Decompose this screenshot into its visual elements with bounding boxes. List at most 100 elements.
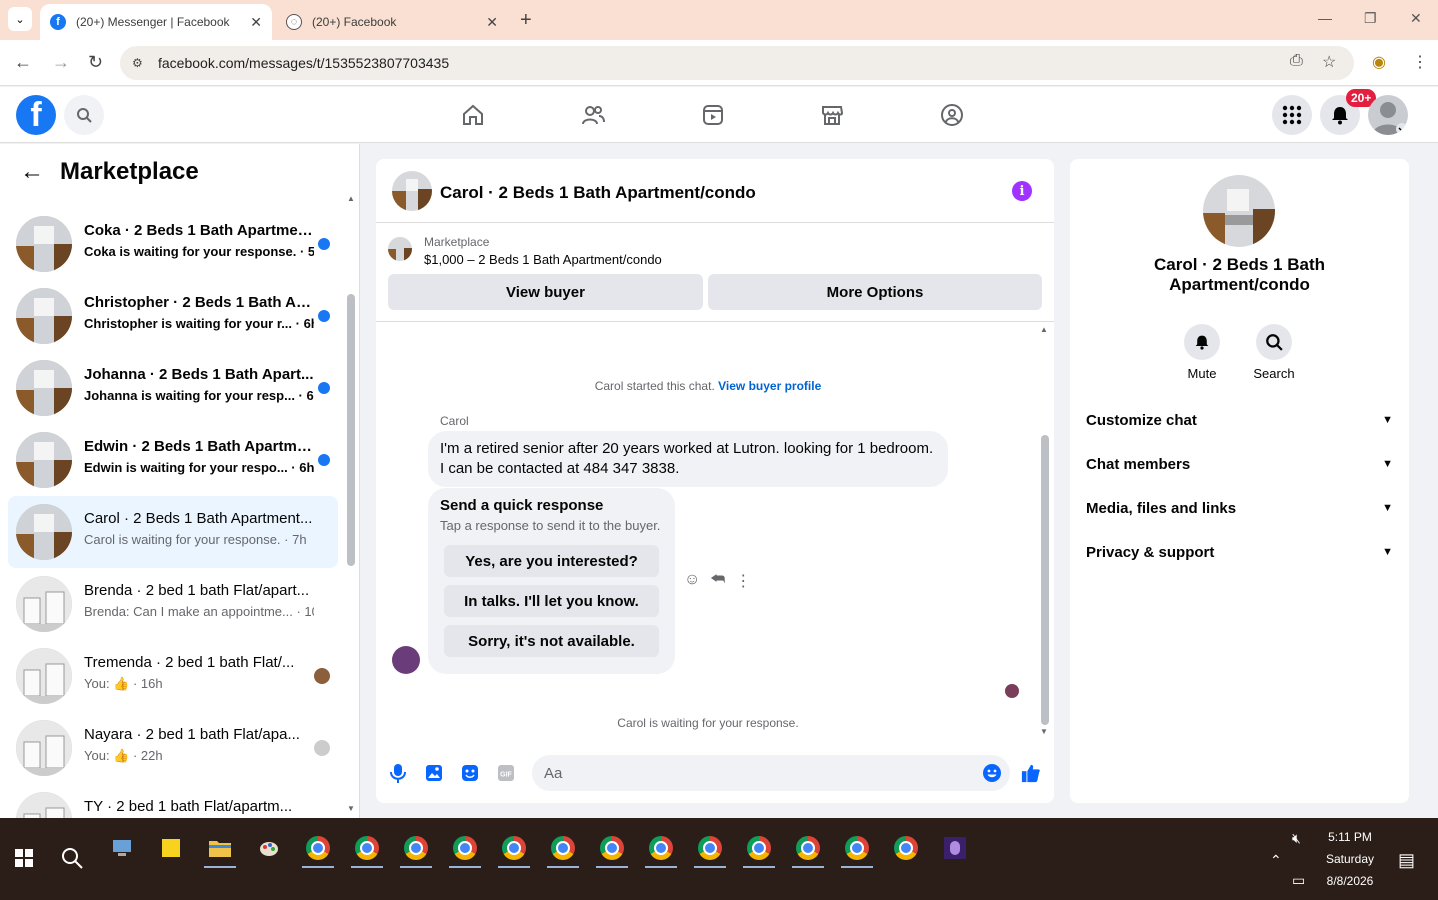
conversation-item[interactable]: Tremenda · 2 bed 1 bath Flat/... You: 👍 ·…	[8, 640, 338, 712]
profile-icon[interactable]: ◉	[1372, 52, 1386, 72]
scroll-down-icon[interactable]: ▼	[347, 804, 355, 813]
close-tab-icon[interactable]: ✕	[486, 14, 498, 31]
chrome-icon[interactable]	[494, 828, 534, 868]
privacy-support-row[interactable]: Privacy & support ▼	[1086, 540, 1393, 564]
sender-avatar[interactable]	[392, 646, 420, 674]
scrollbar[interactable]	[1041, 435, 1049, 725]
chrome-icon[interactable]	[396, 828, 436, 868]
search-icon[interactable]	[64, 95, 104, 135]
conversation-item[interactable]: Carol · 2 Beds 1 Bath Apartment... Carol …	[8, 496, 338, 568]
view-buyer-button[interactable]: View buyer	[388, 274, 703, 310]
menu-grid-icon[interactable]	[1272, 95, 1312, 135]
bell-icon	[1184, 324, 1220, 360]
scroll-up-icon[interactable]: ▲	[347, 194, 355, 203]
close-tab-icon[interactable]: ✕	[250, 14, 262, 31]
photo-icon[interactable]	[424, 763, 444, 783]
gaming-icon[interactable]	[938, 101, 966, 129]
paint-app-icon[interactable]	[249, 828, 289, 868]
chrome-icon[interactable]	[788, 828, 828, 868]
chat-avatar[interactable]	[392, 171, 432, 211]
info-icon[interactable]: i	[1012, 181, 1032, 201]
chat-members-row[interactable]: Chat members ▼	[1086, 452, 1393, 476]
thumbs-up-icon[interactable]	[1021, 763, 1041, 783]
tab-search-dropdown-icon[interactable]: ⌄	[8, 7, 32, 31]
bookmark-star-icon[interactable]: ☆	[1322, 52, 1336, 72]
windows-start-icon[interactable]	[4, 838, 44, 878]
chrome-icon[interactable]	[690, 828, 730, 868]
back-arrow-icon[interactable]: ←	[20, 158, 44, 186]
sticky-notes-icon[interactable]	[151, 828, 191, 868]
more-actions-icon[interactable]: ⋮	[735, 571, 751, 591]
scroll-down-icon[interactable]: ▼	[1040, 727, 1048, 736]
clock-time[interactable]: 5:11 PM	[1314, 830, 1386, 844]
notification-center-icon[interactable]: ▤	[1398, 850, 1415, 871]
url-text[interactable]: facebook.com/messages/t/1535523807703435	[158, 55, 449, 71]
conversation-item[interactable]: Johanna · 2 Beds 1 Bath Apart... Johanna …	[8, 352, 338, 424]
emoji-icon[interactable]	[982, 763, 1002, 783]
conversation-item[interactable]: Nayara · 2 bed 1 bath Flat/apa... You: 👍 …	[8, 712, 338, 784]
reply-icon[interactable]: ⮪	[710, 571, 725, 591]
mute-button[interactable]: Mute	[1172, 324, 1232, 381]
more-options-button[interactable]: More Options	[708, 274, 1042, 310]
more-menu-icon[interactable]: ⋮	[1412, 52, 1428, 72]
profile-picture[interactable]	[1203, 175, 1275, 247]
file-explorer-icon[interactable]	[200, 828, 240, 868]
microphone-icon[interactable]	[388, 763, 408, 783]
window-close-icon[interactable]: ✕	[1410, 10, 1422, 27]
url-field[interactable]: ⚙ facebook.com/messages/t/15355238077034…	[120, 46, 1354, 80]
clock-date[interactable]: 8/8/2026	[1314, 874, 1386, 888]
friends-icon[interactable]	[579, 101, 607, 129]
install-app-icon[interactable]: ⎙	[1290, 52, 1303, 70]
video-icon[interactable]	[699, 101, 727, 129]
customize-chat-row[interactable]: Customize chat ▼	[1086, 408, 1393, 432]
marketplace-icon[interactable]	[818, 101, 846, 129]
conversation-item[interactable]: Brenda · 2 bed 1 bath Flat/apart... Brend…	[8, 568, 338, 640]
tab-facebook[interactable]: ◌ (20+) Facebook ✕	[276, 4, 508, 40]
chrome-icon[interactable]	[641, 828, 681, 868]
minimize-icon[interactable]: —	[1318, 10, 1332, 26]
quick-response-option[interactable]: Yes, are you interested?	[444, 545, 659, 577]
chrome-icon[interactable]	[886, 828, 926, 868]
message-input[interactable]	[532, 755, 1010, 791]
chat-title[interactable]: Carol · 2 Beds 1 Bath Apartment/condo	[440, 183, 756, 203]
quick-response-option[interactable]: In talks. I'll let you know.	[444, 585, 659, 617]
clock-day[interactable]: Saturday	[1314, 852, 1386, 866]
app-icon[interactable]	[935, 828, 975, 868]
sticker-icon[interactable]	[460, 763, 480, 783]
computer-app-icon[interactable]	[102, 828, 142, 868]
forward-arrow-icon[interactable]: →	[52, 52, 70, 73]
conversation-item[interactable]: TY · 2 bed 1 bath Flat/apartm...	[8, 784, 338, 818]
chrome-icon[interactable]	[543, 828, 583, 868]
media-files-links-row[interactable]: Media, files and links ▼	[1086, 496, 1393, 520]
chevron-up-icon[interactable]: ⌃	[1270, 852, 1282, 869]
scrollbar[interactable]	[347, 294, 355, 566]
chrome-icon[interactable]	[739, 828, 779, 868]
search-icon[interactable]	[52, 838, 92, 878]
chrome-icon[interactable]	[347, 828, 387, 868]
react-emoji-icon[interactable]: ☺	[684, 571, 700, 591]
new-tab-icon[interactable]: +	[520, 9, 532, 32]
account-avatar[interactable]	[1368, 95, 1408, 135]
scroll-up-icon[interactable]: ▲	[1040, 325, 1048, 334]
volume-muted-icon[interactable]: 🔇︎	[1292, 830, 1301, 847]
search-button[interactable]: Search	[1244, 324, 1304, 381]
chrome-icon[interactable]	[298, 828, 338, 868]
reload-icon[interactable]: ↻	[88, 52, 103, 73]
quick-response-option[interactable]: Sorry, it's not available.	[444, 625, 659, 657]
network-icon[interactable]: ▭	[1292, 872, 1305, 889]
facebook-logo-icon[interactable]: f	[16, 95, 56, 135]
gif-icon[interactable]: GIF	[496, 763, 516, 783]
conversation-item[interactable]: Christopher · 2 Beds 1 Bath Ap... Christo…	[8, 280, 338, 352]
view-buyer-profile-link[interactable]: View buyer profile	[718, 379, 821, 393]
chrome-icon[interactable]	[445, 828, 485, 868]
site-settings-icon[interactable]: ⚙	[132, 56, 152, 70]
back-arrow-icon[interactable]: ←	[14, 52, 32, 73]
conversation-item[interactable]: Coka · 2 Beds 1 Bath Apartmen... Coka is …	[8, 208, 338, 280]
chrome-icon[interactable]	[837, 828, 877, 868]
home-icon[interactable]	[459, 101, 487, 129]
tab-messenger[interactable]: f (20+) Messenger | Facebook ✕	[40, 4, 272, 40]
conversation-item[interactable]: Edwin · 2 Beds 1 Bath Apartme... Edwin is…	[8, 424, 338, 496]
chrome-icon[interactable]	[592, 828, 632, 868]
restore-icon[interactable]: ❐	[1364, 10, 1377, 27]
message-bubble[interactable]: I'm a retired senior after 20 years work…	[428, 431, 948, 487]
